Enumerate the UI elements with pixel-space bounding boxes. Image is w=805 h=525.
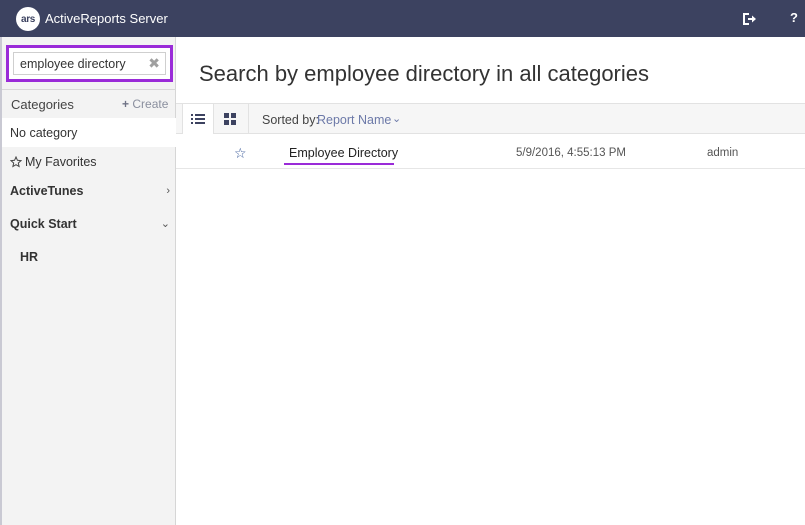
toolbar-divider [248, 104, 249, 134]
plus-icon: + [122, 97, 130, 111]
help-icon[interactable]: ? [790, 10, 798, 25]
sidebar: ✖ Categories + Create No category My Fav… [0, 37, 176, 525]
sort-dropdown[interactable]: Report Name [317, 113, 391, 127]
search-field[interactable]: ✖ [13, 52, 166, 75]
chevron-down-icon[interactable]: ⌄ [392, 112, 401, 125]
sidebar-item-label: My Favorites [25, 154, 97, 169]
chevron-down-icon: ⌄ [160, 218, 170, 230]
results-toolbar: Sorted by: Report Name ⌄ [176, 103, 805, 134]
sidebar-item-hr[interactable]: HR [2, 242, 176, 271]
list-view-icon [191, 114, 205, 124]
create-label: Create [132, 97, 169, 111]
report-name-link[interactable]: Employee Directory [289, 146, 398, 160]
sidebar-item-label: HR [20, 249, 39, 264]
grid-view-button[interactable] [214, 104, 246, 134]
favorite-star-icon[interactable]: ☆ [234, 145, 247, 162]
main-panel: Search by employee directory in all cate… [176, 37, 805, 525]
sidebar-item-no-category[interactable]: No category [2, 118, 176, 147]
grid-view-icon [224, 113, 236, 125]
sorted-by-label: Sorted by: [262, 113, 319, 127]
categories-header: Categories [11, 97, 74, 112]
list-view-button[interactable] [182, 104, 214, 134]
search-box-highlight: ✖ [6, 45, 173, 82]
sidebar-item-my-favorites[interactable]: My Favorites [2, 147, 176, 176]
chevron-right-icon: › [166, 184, 170, 197]
search-input[interactable] [20, 56, 140, 72]
app-logo[interactable]: ars [16, 7, 40, 31]
sidebar-divider [2, 89, 176, 90]
highlight-underline [284, 163, 394, 165]
sidebar-item-label: Quick Start [10, 216, 77, 231]
app-title[interactable]: ActiveReports Server [45, 11, 168, 26]
page-title: Search by employee directory in all cate… [199, 61, 650, 86]
report-owner: admin [707, 147, 739, 159]
report-modified-date: 5/9/2016, 4:55:13 PM [516, 147, 626, 159]
table-row[interactable]: ☆ Employee Directory 5/9/2016, 4:55:13 P… [176, 137, 805, 169]
sidebar-item-label: No category [10, 125, 78, 140]
star-outline-icon [10, 155, 22, 168]
create-category-button[interactable]: + Create [122, 97, 168, 111]
sidebar-item-activetunes[interactable]: ActiveTunes › [2, 176, 176, 205]
sidebar-item-quick-start[interactable]: Quick Start ⌄ [2, 209, 176, 238]
logout-icon[interactable] [740, 10, 758, 28]
top-bar: ars ActiveReports Server ? [0, 0, 805, 37]
clear-search-icon[interactable]: ✖ [148, 55, 160, 72]
sidebar-item-label: ActiveTunes [10, 183, 84, 198]
